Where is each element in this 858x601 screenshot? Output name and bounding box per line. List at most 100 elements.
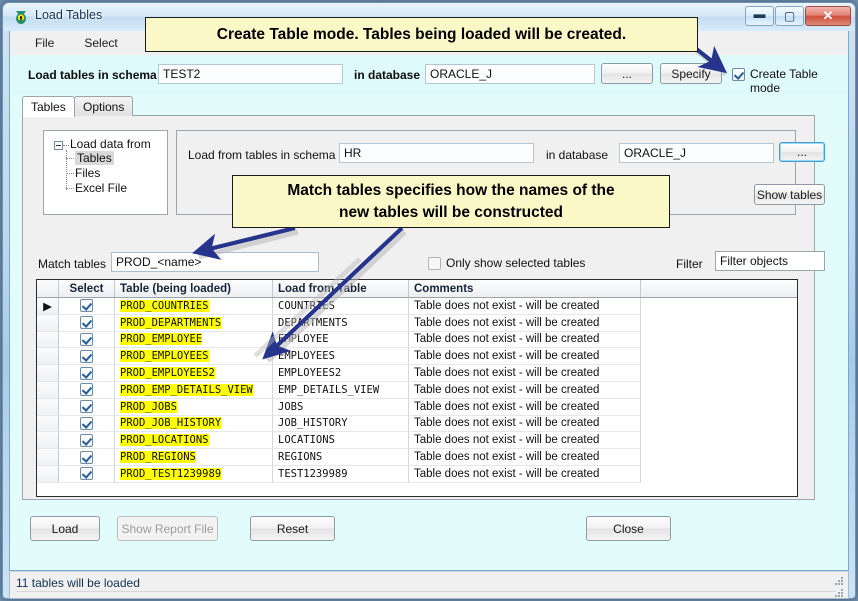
row-select-cell[interactable] bbox=[59, 415, 115, 433]
row-select-checkbox[interactable] bbox=[80, 299, 93, 313]
row-select-cell[interactable] bbox=[59, 365, 115, 382]
row-select-checkbox[interactable] bbox=[80, 349, 93, 363]
row-load-from-table[interactable]: TEST1239989 bbox=[273, 465, 409, 483]
tree-node-excel-file[interactable]: Excel File bbox=[75, 181, 127, 195]
table-row[interactable]: PROD_TEST1239989 TEST1239989 Table does no… bbox=[37, 465, 797, 483]
tab-tables[interactable]: Tables bbox=[22, 96, 75, 117]
source-database-browse-button[interactable]: ... bbox=[779, 142, 825, 162]
tree-expander-icon[interactable] bbox=[54, 141, 63, 150]
row-table-name[interactable]: PROD_TEST1239989 bbox=[115, 465, 273, 483]
row-table-name[interactable]: PROD_EMPLOYEE bbox=[115, 331, 273, 349]
tree-node-load-data-from[interactable]: Load data from bbox=[70, 137, 151, 151]
row-load-from-table[interactable]: COUNTRIES bbox=[273, 298, 409, 315]
row-load-from-table[interactable]: EMPLOYEES2 bbox=[273, 365, 409, 382]
grid-header-select[interactable]: Select bbox=[59, 280, 115, 297]
row-load-from-table[interactable]: DEPARTMENTS bbox=[273, 314, 409, 332]
row-table-name[interactable]: PROD_EMPLOYEES2 bbox=[115, 365, 273, 382]
row-indicator bbox=[37, 432, 59, 450]
load-database-input[interactable]: ORACLE_J bbox=[425, 64, 595, 84]
table-row[interactable]: PROD_DEPARTMENTS DEPARTMENTS Table does no… bbox=[37, 314, 797, 332]
row-table-name-highlight: PROD_EMPLOYEES2 bbox=[120, 367, 215, 380]
only-show-selected-label[interactable]: Only show selected tables bbox=[446, 256, 585, 270]
menu-item-select[interactable]: Select bbox=[73, 33, 128, 53]
close-button[interactable]: ✕ bbox=[805, 6, 851, 26]
tab-strip: Tables Options bbox=[22, 96, 802, 117]
minimize-icon: ▬ bbox=[753, 7, 766, 21]
grid-header-load-from[interactable]: Load from Table bbox=[273, 280, 409, 297]
source-schema-input[interactable]: HR bbox=[339, 143, 534, 163]
row-select-checkbox[interactable] bbox=[80, 400, 93, 414]
row-select-cell[interactable] bbox=[59, 298, 115, 315]
row-load-from-table[interactable]: EMPLOYEES bbox=[273, 348, 409, 366]
row-load-from-table[interactable]: JOBS bbox=[273, 398, 409, 416]
table-row[interactable]: PROD_LOCATIONS LOCATIONS Table does not ex… bbox=[37, 432, 797, 450]
tab-options[interactable]: Options bbox=[74, 96, 134, 116]
create-table-mode-label[interactable]: Create Table mode bbox=[750, 67, 848, 95]
resize-grip-upper[interactable] bbox=[835, 577, 845, 587]
specify-button[interactable]: Specify bbox=[660, 63, 722, 84]
grid-header-table-name[interactable]: Table (being loaded) bbox=[115, 280, 273, 297]
row-load-from-table[interactable]: EMPLOYEE bbox=[273, 331, 409, 349]
show-tables-button[interactable]: Show tables bbox=[754, 184, 825, 205]
table-row[interactable]: PROD_EMPLOYEES EMPLOYEES Table does not ex… bbox=[37, 348, 797, 366]
filter-input[interactable]: Filter objects bbox=[715, 251, 825, 271]
maximize-button[interactable]: ▢ bbox=[775, 6, 804, 26]
row-table-name[interactable]: PROD_EMPLOYEES bbox=[115, 348, 273, 366]
table-row[interactable]: PROD_JOB_HISTORY JOB_HISTORY Table does no… bbox=[37, 415, 797, 433]
table-row[interactable]: PROD_EMPLOYEE EMPLOYEE Table does not exis… bbox=[37, 331, 797, 349]
row-select-checkbox[interactable] bbox=[80, 433, 93, 447]
row-comment: Table does not exist - will be created bbox=[409, 398, 641, 416]
close-button-footer[interactable]: Close bbox=[586, 516, 671, 541]
row-table-name[interactable]: PROD_REGIONS bbox=[115, 449, 273, 466]
row-table-name[interactable]: PROD_LOCATIONS bbox=[115, 432, 273, 450]
load-button[interactable]: Load bbox=[30, 516, 100, 541]
row-table-name[interactable]: PROD_JOB_HISTORY bbox=[115, 415, 273, 433]
table-row[interactable]: PROD_EMP_DETAILS_VIEW EMP_DETAILS_VIEW Tab… bbox=[37, 381, 797, 399]
load-database-browse-button[interactable]: ... bbox=[601, 63, 653, 84]
row-select-cell[interactable] bbox=[59, 331, 115, 349]
only-show-selected-checkbox[interactable] bbox=[428, 257, 441, 270]
tables-grid[interactable]: Select Table (being loaded) Load from Ta… bbox=[36, 279, 798, 497]
row-select-checkbox[interactable] bbox=[80, 383, 93, 397]
row-load-from-table[interactable]: JOB_HISTORY bbox=[273, 415, 409, 433]
row-table-name[interactable]: PROD_DEPARTMENTS bbox=[115, 314, 273, 332]
row-load-from-table[interactable]: LOCATIONS bbox=[273, 432, 409, 450]
row-table-name[interactable]: PROD_JOBS bbox=[115, 398, 273, 416]
table-row[interactable]: PROD_EMPLOYEES2 EMPLOYEES2 Table does not … bbox=[37, 365, 797, 382]
row-select-cell[interactable] bbox=[59, 348, 115, 366]
row-select-checkbox[interactable] bbox=[80, 332, 93, 346]
row-table-name[interactable]: PROD_COUNTRIES bbox=[115, 298, 273, 315]
row-select-cell[interactable] bbox=[59, 314, 115, 332]
table-row[interactable]: PROD_JOBS JOBS Table does not exist - will… bbox=[37, 398, 797, 416]
resize-grip-lower[interactable] bbox=[835, 589, 845, 599]
source-database-input[interactable]: ORACLE_J bbox=[619, 143, 774, 163]
row-select-checkbox[interactable] bbox=[80, 467, 93, 481]
row-select-checkbox[interactable] bbox=[80, 366, 93, 380]
row-table-name[interactable]: PROD_EMP_DETAILS_VIEW bbox=[115, 381, 273, 399]
row-select-cell[interactable] bbox=[59, 398, 115, 416]
table-row[interactable]: ▶ PROD_COUNTRIES COUNTRIES Table does not e… bbox=[37, 298, 797, 315]
row-select-cell[interactable] bbox=[59, 449, 115, 466]
row-indicator bbox=[37, 348, 59, 366]
tree-node-files[interactable]: Files bbox=[75, 166, 100, 180]
grid-header-comments[interactable]: Comments bbox=[409, 280, 641, 297]
load-schema-input[interactable]: TEST2 bbox=[158, 64, 343, 84]
row-select-checkbox[interactable] bbox=[80, 450, 93, 464]
row-table-name-highlight: PROD_EMPLOYEES bbox=[120, 350, 209, 363]
row-select-cell[interactable] bbox=[59, 465, 115, 483]
tree-node-tables-label: Tables bbox=[75, 151, 114, 165]
table-row[interactable]: PROD_REGIONS REGIONS Table does not exist … bbox=[37, 449, 797, 466]
minimize-button[interactable]: ▬ bbox=[745, 6, 774, 26]
match-tables-input[interactable]: PROD_<name> bbox=[111, 252, 319, 272]
row-select-checkbox[interactable] bbox=[80, 316, 93, 330]
row-load-from-table[interactable]: REGIONS bbox=[273, 449, 409, 466]
tree-node-tables[interactable]: Tables bbox=[75, 151, 114, 165]
row-select-cell[interactable] bbox=[59, 381, 115, 399]
reset-button[interactable]: Reset bbox=[250, 516, 335, 541]
row-load-from-table[interactable]: EMP_DETAILS_VIEW bbox=[273, 381, 409, 399]
menu-item-file[interactable]: File bbox=[24, 33, 65, 53]
row-select-cell[interactable] bbox=[59, 432, 115, 450]
create-table-mode-checkbox[interactable] bbox=[732, 68, 745, 81]
callout-create-table-mode: Create Table mode. Tables being loaded w… bbox=[145, 17, 698, 52]
row-select-checkbox[interactable] bbox=[80, 416, 93, 430]
